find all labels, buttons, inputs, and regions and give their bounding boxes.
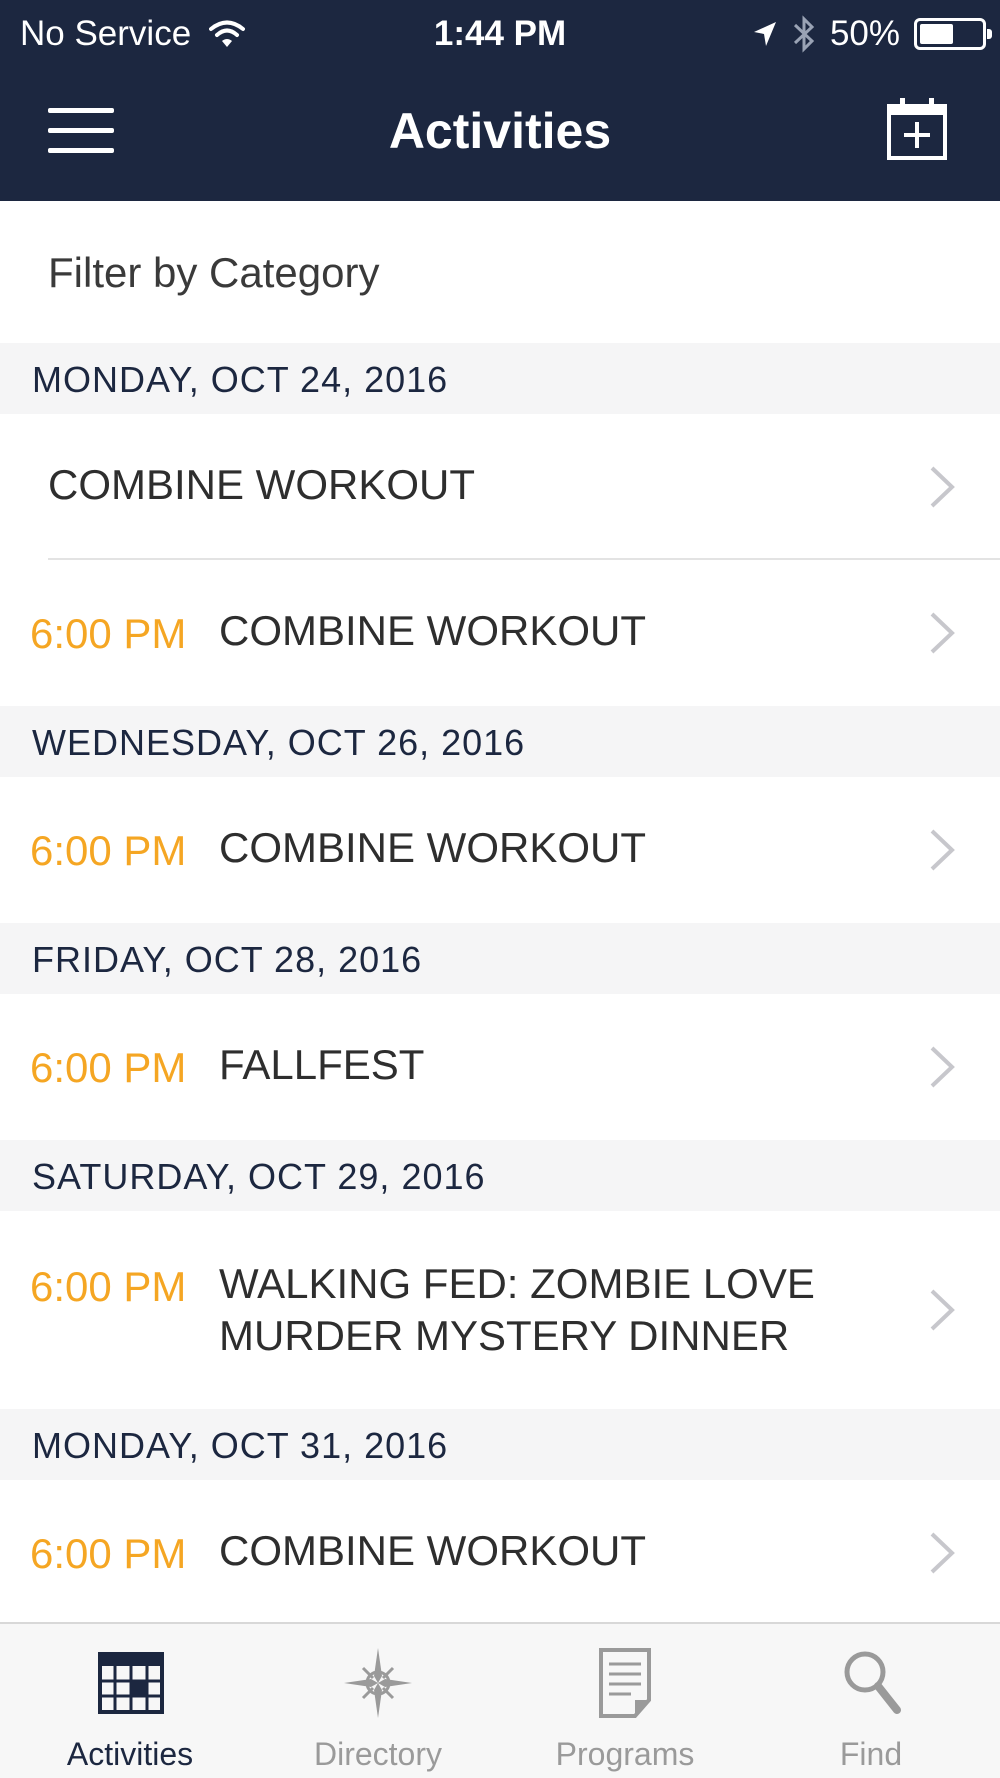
date-section-header: MONDAY, OCT 24, 2016 xyxy=(0,343,1000,414)
status-bar: No Service 1:44 PM 50% xyxy=(0,0,1000,66)
bluetooth-icon xyxy=(793,15,815,53)
date-section-header: MONDAY, OCT 31, 2016 xyxy=(0,1409,1000,1480)
tab-label: Activities xyxy=(66,1736,194,1772)
document-icon xyxy=(599,1648,651,1718)
chevron-right-icon xyxy=(930,612,955,654)
battery-percent: 50% xyxy=(829,14,900,53)
location-arrow-icon xyxy=(753,22,776,46)
date-section-header: FRIDAY, OCT 28, 2016 xyxy=(0,923,1000,994)
search-icon xyxy=(844,1651,901,1714)
event-title: FALLFEST xyxy=(219,1041,425,1088)
tab-label: Directory xyxy=(313,1736,442,1772)
calendar-icon xyxy=(98,1652,164,1714)
event-title-line-2: MURDER MYSTERY DINNER xyxy=(219,1312,790,1359)
tab-find[interactable]: Find xyxy=(746,1624,996,1778)
tab-label: Programs xyxy=(555,1736,695,1772)
tab-programs[interactable]: Programs xyxy=(500,1624,750,1778)
event-row[interactable]: 6:00 PM COMBINE WORKOUT xyxy=(0,777,1000,923)
event-row[interactable]: 6:00 PM FALLFEST xyxy=(0,994,1000,1140)
filter-label: Filter by Category xyxy=(48,249,380,296)
date-label: MONDAY, OCT 31, 2016 xyxy=(32,1425,449,1466)
date-label: SATURDAY, OCT 29, 2016 xyxy=(32,1156,486,1197)
event-row[interactable]: 6:00 PM WALKING FED: ZOMBIE LOVE MURDER … xyxy=(0,1211,1000,1409)
activity-list: MONDAY, OCT 24, 2016 COMBINE WORKOUT 6:0… xyxy=(0,343,1000,1626)
page-title: Activities xyxy=(388,103,612,159)
event-row[interactable]: 6:00 PM COMBINE WORKOUT xyxy=(0,1480,1000,1626)
date-label: MONDAY, OCT 24, 2016 xyxy=(32,359,449,400)
chevron-right-icon xyxy=(930,1046,955,1088)
event-time: 6:00 PM xyxy=(30,1263,187,1310)
event-row[interactable]: COMBINE WORKOUT xyxy=(0,414,1000,560)
chevron-right-icon xyxy=(930,829,955,871)
event-title: COMBINE WORKOUT xyxy=(219,824,646,871)
tab-directory[interactable]: Directory xyxy=(253,1624,503,1778)
tab-activities[interactable]: Activities xyxy=(5,1624,255,1778)
nav-header: No Service 1:44 PM 50% Activities xyxy=(0,0,1000,201)
tab-label: Find xyxy=(839,1736,903,1772)
date-section-header: WEDNESDAY, OCT 26, 2016 xyxy=(0,706,1000,777)
event-time: 6:00 PM xyxy=(30,610,187,657)
event-time: 6:00 PM xyxy=(30,1044,187,1091)
event-row[interactable]: 6:00 PM COMBINE WORKOUT xyxy=(0,560,1000,706)
add-calendar-icon[interactable] xyxy=(886,96,948,162)
filter-by-category[interactable]: Filter by Category xyxy=(0,201,1000,343)
event-title: COMBINE WORKOUT xyxy=(48,461,475,508)
compass-icon xyxy=(344,1648,412,1718)
event-title: COMBINE WORKOUT xyxy=(219,607,646,654)
event-time: 6:00 PM xyxy=(30,1530,187,1577)
chevron-right-icon xyxy=(930,466,955,508)
date-section-header: SATURDAY, OCT 29, 2016 xyxy=(0,1140,1000,1211)
event-time: 6:00 PM xyxy=(30,827,187,874)
event-title-line-1: WALKING FED: ZOMBIE LOVE xyxy=(219,1260,815,1307)
date-label: WEDNESDAY, OCT 26, 2016 xyxy=(32,722,526,763)
event-title: COMBINE WORKOUT xyxy=(219,1527,646,1574)
status-right: 50% xyxy=(752,14,992,54)
date-label: FRIDAY, OCT 28, 2016 xyxy=(32,939,423,980)
chevron-right-icon xyxy=(930,1289,955,1331)
chevron-right-icon xyxy=(930,1532,955,1574)
tab-bar: Activities Directory Programs Find xyxy=(0,1622,1000,1778)
battery-icon xyxy=(914,18,992,50)
